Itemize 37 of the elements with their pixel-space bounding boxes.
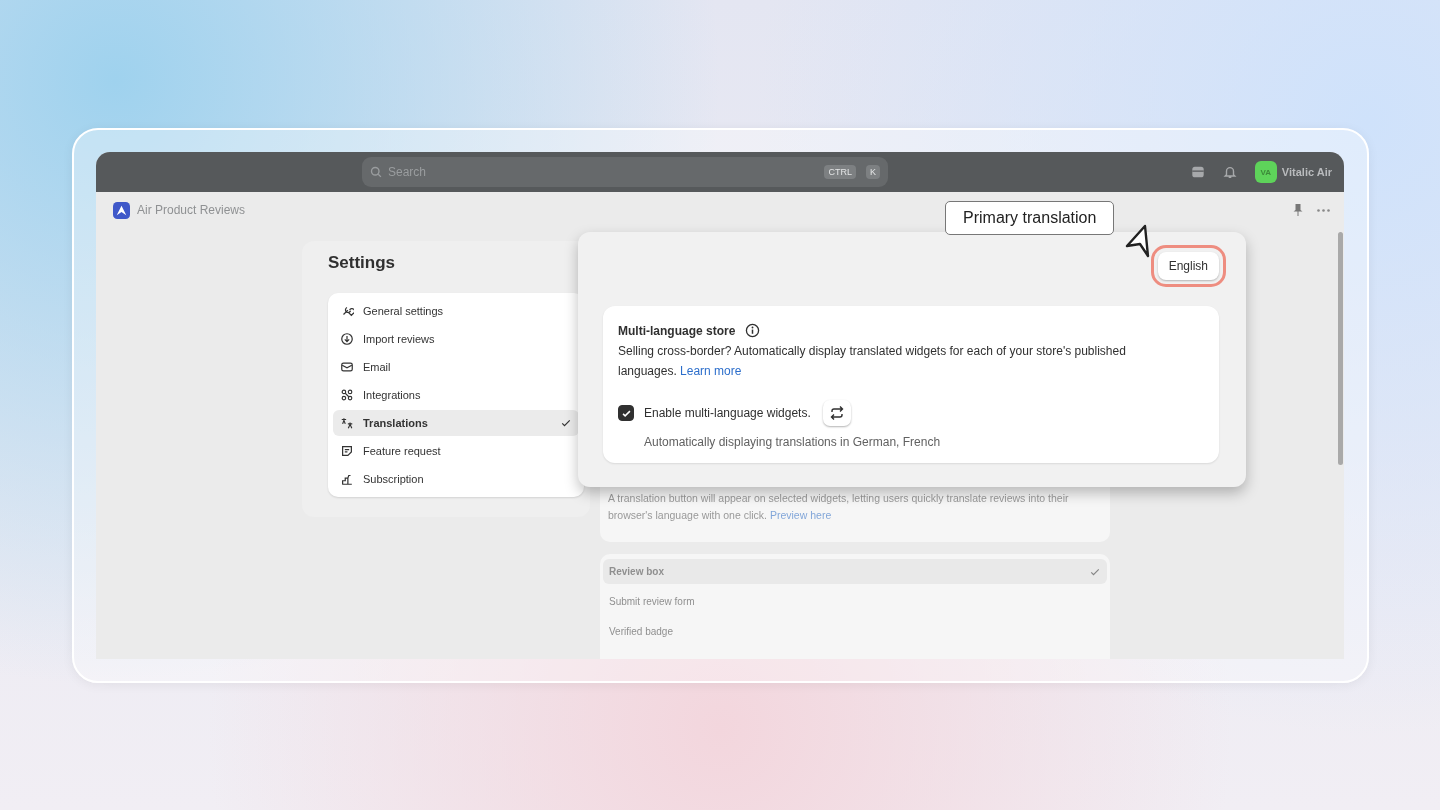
app-title: Air Product Reviews	[137, 203, 246, 217]
search-icon	[370, 166, 382, 178]
checkbox[interactable]	[618, 405, 634, 421]
shortcut-key: K	[866, 165, 880, 179]
checkbox-label: Enable multi-language widgets.	[644, 406, 811, 420]
menu-item-icon	[340, 444, 354, 458]
pin-icon[interactable]	[1293, 204, 1303, 216]
store-icon[interactable]	[1190, 165, 1205, 179]
menu-item-icon	[340, 332, 354, 346]
menu-item-icon	[340, 472, 354, 486]
shortcut-key: CTRL	[824, 165, 856, 179]
translation-button-description: A translation button will appear on selected widgets, letting users quickly translate reviews into their browser's language with one click. Preview here	[608, 492, 1069, 521]
scrollbar[interactable]	[1338, 232, 1343, 465]
info-icon[interactable]	[745, 323, 761, 338]
learn-more-link[interactable]: Learn more	[680, 364, 742, 378]
settings-menu-item[interactable]: Integrations	[333, 382, 579, 408]
settings-menu-item[interactable]: General settings	[333, 298, 579, 324]
menu-item-icon	[340, 416, 354, 430]
checkmark-icon	[560, 417, 572, 429]
card-description: Selling cross-border? Automatically display translated widgets for each of your store's published languages. Learn more	[618, 343, 1127, 380]
translation-status: Automatically displaying translations in German, French	[644, 435, 942, 449]
refresh-button[interactable]	[822, 400, 851, 426]
more-icon[interactable]	[1317, 208, 1330, 212]
settings-menu-item[interactable]: Import reviews	[333, 326, 579, 352]
tooltip: Primary translation	[945, 201, 1115, 235]
settings-menu-item[interactable]: Email	[333, 354, 579, 380]
settings-title: Settings	[328, 253, 397, 273]
swap-arrows-icon	[828, 405, 845, 421]
user-name: Vitalic Air	[1281, 166, 1332, 178]
menu-item-icon	[340, 360, 354, 374]
card-title: Multi-language store	[618, 323, 736, 338]
app-logo-icon	[113, 201, 130, 219]
settings-menu-item[interactable]: Feature request	[333, 438, 579, 464]
bell-icon[interactable]	[1222, 165, 1237, 179]
menu-item-icon	[340, 388, 354, 402]
settings-menu-item[interactable]: Translations	[333, 410, 579, 436]
settings-menu-item[interactable]: Subscription	[333, 466, 579, 492]
